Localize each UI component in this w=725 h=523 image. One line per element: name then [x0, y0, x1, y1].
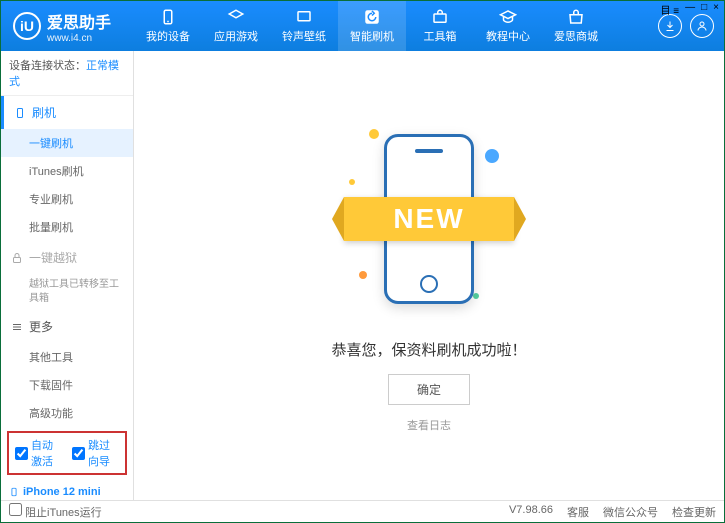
skip-guide-checkbox[interactable]: 跳过向导 — [72, 437, 119, 469]
view-log-link[interactable]: 查看日志 — [407, 417, 451, 433]
download-icon — [664, 20, 676, 32]
success-illustration: NEW — [349, 119, 509, 319]
nav-flash[interactable]: 智能刷机 — [338, 1, 406, 51]
close-btn[interactable]: × — [713, 2, 719, 17]
graduation-icon — [499, 8, 517, 26]
sidebar: 设备连接状态：正常模式 刷机 一键刷机 iTunes刷机 专业刷机 批量刷机 一… — [1, 51, 134, 500]
minimize-btn[interactable]: — — [685, 2, 695, 17]
main-content: NEW 恭喜您，保资料刷机成功啦！ 确定 查看日志 — [134, 51, 724, 500]
version-label: V7.98.66 — [509, 504, 553, 520]
app-icon — [227, 8, 245, 26]
nav-apps[interactable]: 应用游戏 — [202, 1, 270, 51]
sidebar-item-itunes-flash[interactable]: iTunes刷机 — [1, 157, 133, 185]
section-flash[interactable]: 刷机 — [1, 96, 133, 129]
refresh-icon — [363, 8, 381, 26]
device-info[interactable]: iPhone 12 mini 64GB Down-12mini-13,1 — [1, 479, 133, 500]
success-message: 恭喜您，保资料刷机成功啦！ — [331, 339, 526, 360]
connection-status: 设备连接状态：正常模式 — [1, 51, 133, 96]
block-itunes-checkbox[interactable]: 阻止iTunes运行 — [9, 503, 102, 520]
user-icon — [696, 20, 708, 32]
maximize-btn[interactable]: □ — [701, 2, 707, 17]
sidebar-item-pro-flash[interactable]: 专业刷机 — [1, 185, 133, 213]
logo: iU 爱思助手 www.i4.cn — [1, 9, 134, 44]
footer-link-support[interactable]: 客服 — [567, 504, 589, 520]
footer-link-wechat[interactable]: 微信公众号 — [603, 504, 658, 520]
new-banner: NEW — [344, 197, 514, 241]
ok-button[interactable]: 确定 — [388, 374, 470, 405]
sidebar-item-oneclick-flash[interactable]: 一键刷机 — [1, 129, 133, 157]
wallpaper-icon — [295, 8, 313, 26]
footer-link-update[interactable]: 检查更新 — [672, 504, 716, 520]
sys-btn[interactable]: 目 ≡ — [660, 2, 679, 17]
nav-my-device[interactable]: 我的设备 — [134, 1, 202, 51]
top-nav: 我的设备 应用游戏 铃声壁纸 智能刷机 工具箱 教程中心 爱思商城 — [134, 1, 648, 51]
nav-toolbox[interactable]: 工具箱 — [406, 1, 474, 51]
sidebar-item-batch-flash[interactable]: 批量刷机 — [1, 213, 133, 241]
auto-activate-checkbox[interactable]: 自动激活 — [15, 437, 62, 469]
jailbreak-note: 越狱工具已转移至工具箱 — [1, 274, 133, 310]
footer: 阻止iTunes运行 V7.98.66 客服 微信公众号 检查更新 — [1, 500, 724, 522]
lock-icon — [11, 252, 23, 264]
store-icon — [567, 8, 585, 26]
sidebar-item-download-firmware[interactable]: 下载固件 — [1, 371, 133, 399]
nav-tutorial[interactable]: 教程中心 — [474, 1, 542, 51]
sidebar-item-advanced[interactable]: 高级功能 — [1, 399, 133, 427]
phone-icon — [14, 107, 26, 119]
section-jailbreak[interactable]: 一键越狱 — [1, 241, 133, 274]
phone-icon — [9, 485, 19, 499]
phone-icon — [159, 8, 177, 26]
header: iU 爱思助手 www.i4.cn 我的设备 应用游戏 铃声壁纸 智能刷机 工具… — [1, 1, 724, 51]
nav-store[interactable]: 爱思商城 — [542, 1, 610, 51]
app-name: 爱思助手 — [47, 9, 111, 33]
window-controls: 目 ≡ — □ × — [660, 2, 719, 17]
toolbox-icon — [431, 8, 449, 26]
user-button[interactable] — [690, 14, 714, 38]
download-button[interactable] — [658, 14, 682, 38]
nav-ringtone[interactable]: 铃声壁纸 — [270, 1, 338, 51]
device-name: iPhone 12 mini — [9, 485, 125, 499]
sidebar-item-other-tools[interactable]: 其他工具 — [1, 343, 133, 371]
checkbox-row: 自动激活 跳过向导 — [7, 431, 127, 475]
section-more[interactable]: 更多 — [1, 310, 133, 343]
menu-icon — [11, 321, 23, 333]
logo-icon: iU — [13, 12, 41, 40]
app-url: www.i4.cn — [47, 33, 111, 44]
